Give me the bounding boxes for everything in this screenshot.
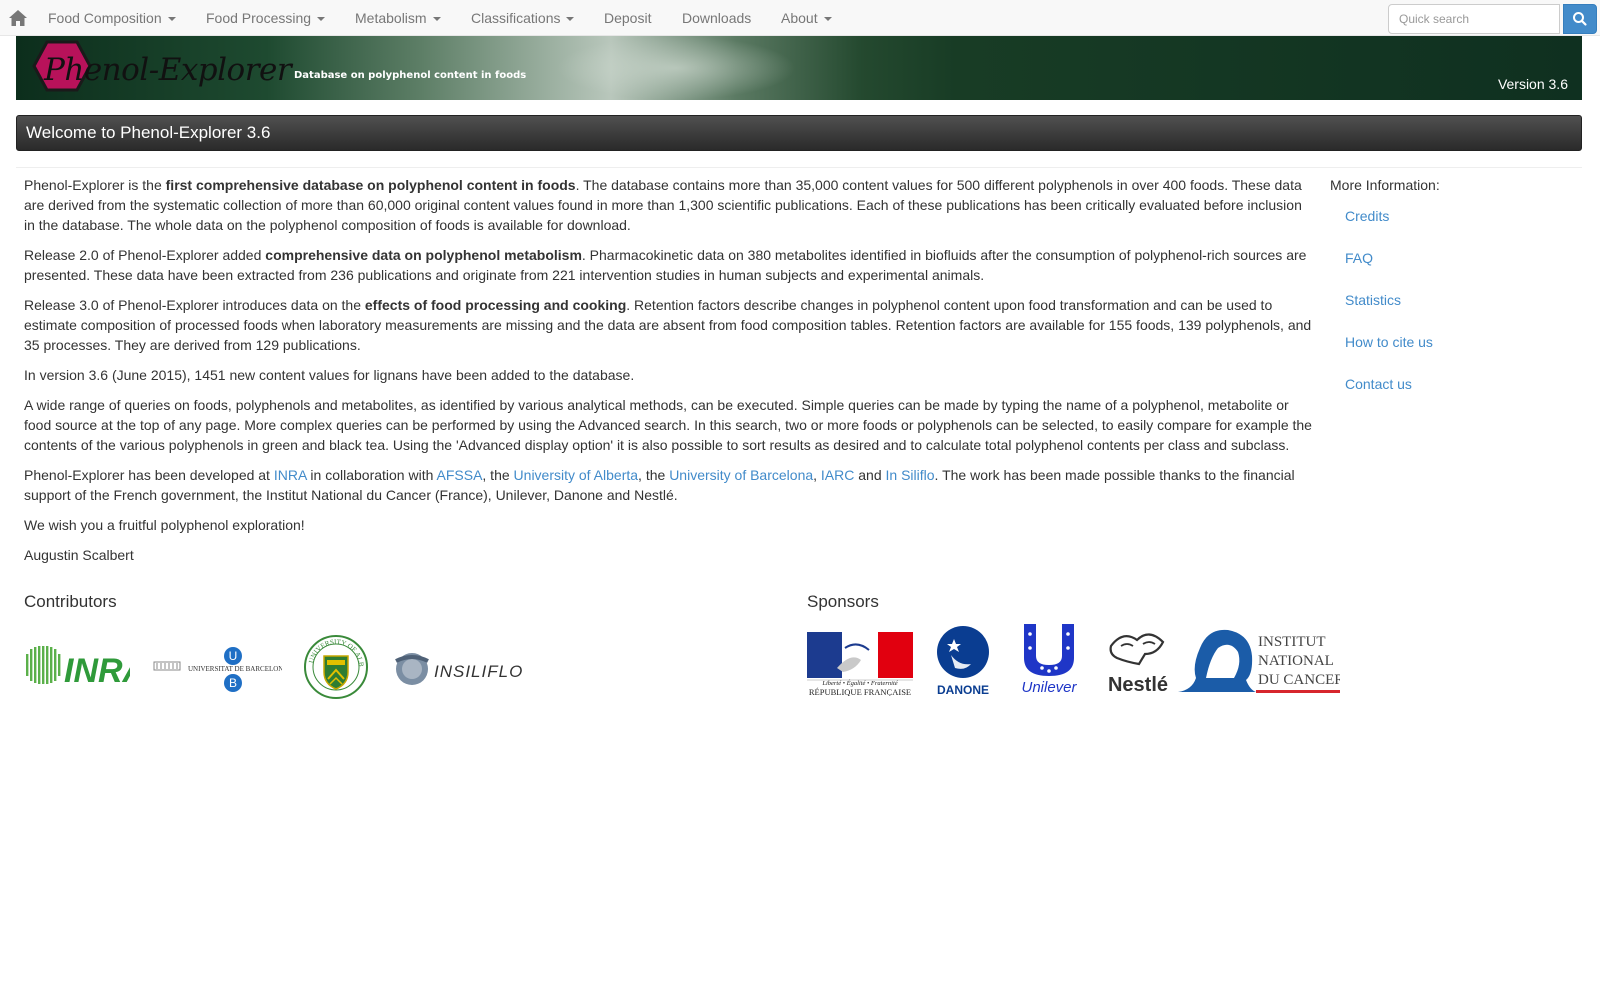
inca-line1-text: INSTITUT [1258,634,1326,650]
link-afssa[interactable]: AFSSA [437,467,483,483]
welcome-bar: Welcome to Phenol-Explorer 3.6 [16,115,1582,151]
home-icon[interactable] [8,9,28,27]
link-inra[interactable]: INRA [274,467,307,483]
sidebar-title: More Information: [1330,177,1440,193]
nestle-logo-text: Nestlé [1108,674,1168,696]
link-iarc[interactable]: IARC [821,467,854,483]
nav-about[interactable]: About [781,0,832,36]
nav-food-processing-label: Food Processing [206,10,312,26]
text-span: and [854,467,886,483]
ub-b-letter: B [229,676,237,690]
sponsors-title: Sponsors [807,592,879,611]
nav-metabolism-label: Metabolism [355,10,427,26]
intro-paragraph-4: In version 3.6 (June 2015), 1451 new con… [24,367,635,383]
institut-national-du-cancer-logo[interactable]: INSTITUT NATIONAL DU CANCER [1174,624,1340,696]
text-span: Release 2.0 of Phenol-Explorer added [24,247,266,263]
contributors-title: Contributors [24,592,117,611]
nav-classifications-label: Classifications [471,10,561,26]
inra-logo-text: INRA [64,652,130,686]
chevron-down-icon [823,17,832,22]
nav-metabolism[interactable]: Metabolism [355,0,441,36]
page-title: Welcome to Phenol-Explorer 3.6 [26,123,271,142]
nav-downloads-label: Downloads [682,10,752,26]
bold-text: effects of food processing and cooking [364,297,627,313]
text-span: , [813,467,821,483]
quick-search-input[interactable] [1388,4,1560,34]
site-banner: Phenol-Explorer Database on polyphenol c… [16,36,1582,100]
chevron-down-icon [167,17,176,22]
site-tagline: Database on polyphenol content in foods [294,70,527,81]
nav-deposit[interactable]: Deposit [604,0,651,36]
chevron-down-icon [432,17,441,22]
text-span: Release 3.0 of Phenol-Explorer introduce… [24,297,365,313]
republique-francaise-logo[interactable]: Liberté • Égalité • Fraternité RÉPUBLIQU… [807,632,913,696]
divider [16,167,1582,168]
sidebar-link-statistics[interactable]: Statistics [1345,290,1401,310]
link-university-of-barcelona[interactable]: University of Barcelona [669,467,813,483]
nav-deposit-label: Deposit [604,10,652,26]
text-span: Phenol-Explorer has been developed at [24,467,274,483]
bold-text: first comprehensive database on polyphen… [165,177,576,193]
danone-logo-text: DANONE [937,683,989,696]
unilever-logo[interactable]: Unilever [1014,620,1084,696]
sidebar-link-faq[interactable]: FAQ [1345,248,1373,268]
search-button[interactable] [1563,4,1597,34]
text-span: Phenol-Explorer is the [24,177,166,193]
ub-u-letter: U [229,649,238,663]
nav-food-composition-label: Food Composition [48,10,162,26]
search-icon [1573,12,1587,26]
nav-classifications[interactable]: Classifications [471,0,575,36]
insiliflo-logo[interactable]: INSILIFLO [392,649,528,689]
bold-text: comprehensive data on polyphenol metabol… [265,247,582,263]
intro-paragraph-1: Phenol-Explorer is the first comprehensi… [24,175,1314,235]
nestle-logo[interactable]: Nestlé [1103,624,1173,696]
inca-line3-text: DU CANCER [1258,672,1340,688]
sidebar-link-contact[interactable]: Contact us [1345,374,1412,394]
site-logo[interactable]: Phenol-Explorer [44,52,292,88]
top-navbar: Food Composition Food Processing Metabol… [0,0,1600,36]
university-of-alberta-logo[interactable]: UNIVERSITY OF ALBERTA [303,634,369,700]
inca-line2-text: NATIONAL [1258,653,1334,669]
sidebar-link-how-to-cite[interactable]: How to cite us [1345,332,1433,352]
intro-paragraph-3: Release 3.0 of Phenol-Explorer introduce… [24,295,1314,355]
danone-logo[interactable]: DANONE [932,624,994,696]
intro-text: Phenol-Explorer is the first comprehensi… [24,175,1314,575]
ub-logo-text: UNIVERSITAT DE BARCELONA [188,665,282,673]
insiliflo-logo-text: INSILIFLO [434,662,523,681]
nav-about-label: About [781,10,818,26]
nav-food-composition[interactable]: Food Composition [48,0,176,36]
intro-paragraph-2: Release 2.0 of Phenol-Explorer added com… [24,245,1314,285]
chevron-down-icon [317,17,326,22]
text-span: in collaboration with [306,467,437,483]
inra-logo[interactable]: INRA [24,644,130,686]
unilever-logo-text: Unilever [1021,679,1077,696]
intro-paragraph-6: Phenol-Explorer has been developed at IN… [24,465,1314,505]
rf-name-text: RÉPUBLIQUE FRANÇAISE [809,687,911,696]
rf-motto-text: Liberté • Égalité • Fraternité [821,679,898,687]
link-university-of-alberta[interactable]: University of Alberta [514,467,639,483]
intro-paragraph-7: We wish you a fruitful polyphenol explor… [24,517,305,533]
university-of-barcelona-logo[interactable]: U UNIVERSITAT DE BARCELONA B [152,646,282,694]
author-signature: Augustin Scalbert [24,547,134,563]
text-span: , the [638,467,670,483]
chevron-down-icon [566,17,575,22]
version-label: Version 3.6 [1497,76,1568,92]
nav-food-processing[interactable]: Food Processing [206,0,326,36]
banner-glow [556,36,796,100]
sidebar-link-credits[interactable]: Credits [1345,206,1389,226]
text-span: , the [482,467,514,483]
intro-paragraph-5: A wide range of queries on foods, polyph… [24,397,1312,453]
nav-downloads[interactable]: Downloads [682,0,751,36]
link-in-siliflo[interactable]: In Siliflo [886,467,935,483]
